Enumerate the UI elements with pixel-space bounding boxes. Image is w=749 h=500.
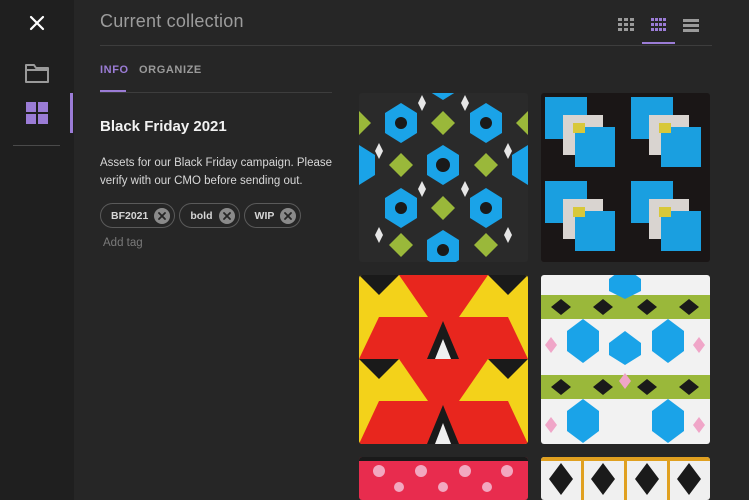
tab-organize[interactable]: ORGANIZE: [139, 64, 202, 76]
asset-thumbnail[interactable]: [359, 275, 528, 444]
add-tag-input[interactable]: Add tag: [103, 237, 143, 249]
tag-label: WIP: [254, 209, 275, 222]
side-rail: [0, 0, 74, 500]
close-icon[interactable]: [22, 8, 52, 38]
asset-thumbnail[interactable]: [541, 93, 710, 262]
list-view-icon[interactable]: [677, 12, 705, 38]
tag-chip[interactable]: BF2021: [100, 203, 176, 228]
tag-label: bold: [190, 209, 213, 222]
asset-thumbnail[interactable]: [541, 275, 710, 444]
asset-thumbnail[interactable]: [359, 457, 528, 500]
rail-active-indicator: [70, 93, 73, 133]
header-divider: [100, 45, 712, 46]
collection-title: Black Friday 2021: [100, 118, 227, 135]
remove-tag-icon[interactable]: [280, 207, 297, 224]
tag-chip[interactable]: WIP: [243, 203, 302, 228]
tab-info[interactable]: INFO: [100, 64, 129, 76]
collection-description: Assets for our Black Friday campaign. Pl…: [100, 157, 333, 187]
tab-divider: [100, 92, 332, 93]
tag-label: BF2021: [111, 209, 149, 222]
large-grid-view-icon[interactable]: [612, 12, 640, 38]
page-title: Current collection: [100, 11, 244, 31]
view-active-indicator: [642, 42, 675, 44]
grid-icon[interactable]: [20, 96, 54, 130]
folder-icon[interactable]: [20, 56, 54, 90]
tag-chip[interactable]: bold: [179, 203, 240, 228]
remove-tag-icon[interactable]: [154, 207, 171, 224]
asset-thumbnail[interactable]: [541, 457, 710, 500]
small-grid-view-icon[interactable]: [645, 12, 673, 38]
remove-tag-icon[interactable]: [218, 207, 235, 224]
tag-list: BF2021 bold WIP: [100, 203, 302, 228]
asset-thumbnail[interactable]: [359, 93, 528, 262]
rail-divider: [13, 145, 60, 146]
